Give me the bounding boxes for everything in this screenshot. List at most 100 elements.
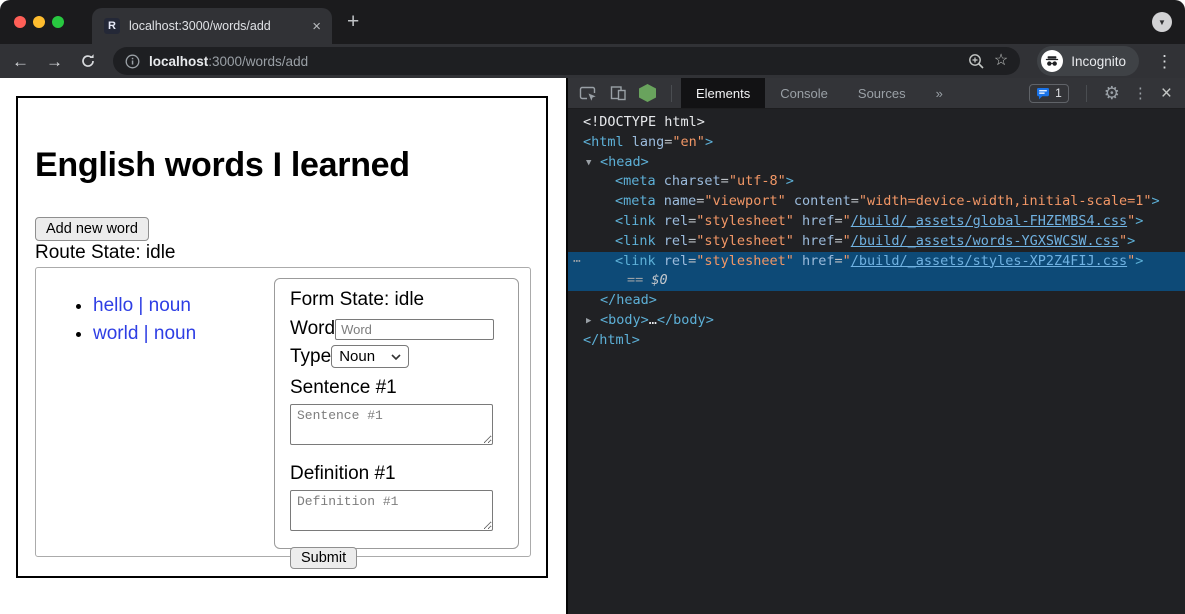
code-token-tag: >: [705, 134, 713, 150]
zoom-icon[interactable]: [968, 53, 985, 70]
settings-gear-icon[interactable]: ⚙: [1104, 84, 1120, 102]
new-tab-button[interactable]: +: [347, 10, 359, 34]
add-word-form: Form State: idle Word Type Noun Sentence…: [274, 278, 519, 549]
dom-tree-node[interactable]: ▼<head>: [568, 153, 1185, 173]
word-link[interactable]: world | noun: [93, 323, 196, 344]
dom-tree-node[interactable]: <meta name="viewport" content="width=dev…: [568, 192, 1185, 212]
tab-close-icon[interactable]: ×: [309, 18, 324, 35]
code-token-val: "width=device-width,initial-scale=1": [859, 193, 1152, 209]
dom-tree-node[interactable]: <link rel="stylesheet" href="/build/_ass…: [568, 232, 1185, 252]
code-token-attr: charset: [656, 173, 721, 189]
code-token-plain: <!DOCTYPE html>: [583, 114, 705, 130]
code-token-tag: </head>: [600, 292, 657, 308]
add-new-word-button[interactable]: Add new word: [35, 217, 149, 241]
issues-badge[interactable]: 1: [1029, 84, 1069, 103]
word-link[interactable]: hello | noun: [93, 295, 191, 316]
submit-button[interactable]: Submit: [290, 547, 357, 569]
forward-icon[interactable]: →: [46, 53, 63, 70]
code-token-attr: name: [656, 193, 697, 209]
code-token-tag: <meta: [615, 173, 656, 189]
code-token-link: /build/_assets/styles-XP2Z4FIJ.css: [851, 253, 1127, 269]
dom-tree-node[interactable]: <link rel="stylesheet" href="/build/_ass…: [568, 212, 1185, 232]
tab-search-icon[interactable]: ▼: [1152, 12, 1172, 32]
browser-menu-icon[interactable]: ⋮: [1156, 53, 1173, 70]
devtools-tabs: ElementsConsoleSources»: [681, 78, 958, 108]
definition-label: Definition #1: [290, 463, 503, 485]
code-token-eq: ==: [627, 272, 643, 288]
devtools-menu-icon[interactable]: ⋮: [1133, 86, 1148, 101]
code-token-val: ": [843, 233, 851, 249]
url-text: localhost:3000/words/add: [149, 54, 308, 69]
code-token-attr: lang: [624, 134, 665, 150]
code-token-attr: href: [794, 253, 835, 269]
code-token-tag: <link: [615, 253, 656, 269]
expand-arrow-icon[interactable]: ▼: [586, 154, 591, 174]
code-token-tag: >: [1135, 213, 1143, 229]
devtools-tab-more[interactable]: »: [921, 78, 958, 108]
bookmark-star-icon[interactable]: ☆: [994, 53, 1008, 69]
app-container: English words I learned Add new word Rou…: [16, 96, 548, 578]
definition-textarea[interactable]: [290, 490, 493, 531]
incognito-icon: [1041, 50, 1063, 72]
device-toolbar-icon[interactable]: [609, 84, 628, 102]
page-viewport: English words I learned Add new word Rou…: [0, 78, 566, 614]
devtools-tab-sources[interactable]: Sources: [843, 78, 921, 108]
word-input[interactable]: [335, 319, 494, 340]
dom-tree-node[interactable]: </head>: [568, 291, 1185, 311]
dom-tree-node[interactable]: == $0: [568, 271, 1185, 291]
browser-tab[interactable]: R localhost:3000/words/add ×: [92, 8, 332, 44]
code-token-link: /build/_assets/global-FHZEMBS4.css: [851, 213, 1127, 229]
code-token-tag: <link: [615, 213, 656, 229]
code-token-attr: href: [794, 213, 835, 229]
chevron-down-icon: [391, 354, 401, 360]
code-token-tag: >: [1127, 233, 1135, 249]
code-token-val: "stylesheet": [696, 233, 794, 249]
code-token-link: /build/_assets/words-YGXSWCSW.css: [851, 233, 1119, 249]
devtools-close-icon[interactable]: ×: [1161, 84, 1172, 103]
code-token-val: ": [843, 213, 851, 229]
devtools-tab-elements[interactable]: Elements: [681, 78, 765, 108]
address-bar[interactable]: localhost:3000/words/add ☆: [113, 47, 1020, 75]
dom-tree-node[interactable]: <!DOCTYPE html>: [568, 113, 1185, 133]
node-overflow-icon[interactable]: ⋯: [573, 252, 582, 272]
zoom-window-button[interactable]: [52, 16, 64, 28]
page-title: English words I learned: [35, 146, 410, 185]
code-token-attr: content: [786, 193, 851, 209]
issues-bubble-icon: [1036, 87, 1050, 100]
type-select[interactable]: Noun: [331, 345, 409, 368]
code-token-attr: rel: [656, 233, 689, 249]
info-icon[interactable]: [125, 54, 140, 69]
traffic-lights: [14, 16, 64, 28]
code-token-val: "stylesheet": [696, 253, 794, 269]
code-token-val: "en": [672, 134, 705, 150]
sentence-textarea[interactable]: [290, 404, 493, 445]
inspect-element-icon[interactable]: [578, 84, 598, 103]
dom-tree-node[interactable]: <html lang="en">: [568, 133, 1185, 153]
sentence-label: Sentence #1: [290, 377, 503, 399]
code-token-tag: >: [786, 173, 794, 189]
node-target-icon[interactable]: [639, 84, 656, 102]
dom-tree-node[interactable]: <meta charset="utf-8">: [568, 172, 1185, 192]
code-token-pun: =: [834, 253, 842, 269]
code-token-plain: …: [649, 312, 657, 328]
dom-tree-node[interactable]: </html>: [568, 331, 1185, 351]
dom-tree-node[interactable]: ⋯<link rel="stylesheet" href="/build/_as…: [568, 252, 1185, 272]
dom-tree-node[interactable]: ▶<body>…</body>: [568, 311, 1185, 331]
collapse-arrow-icon[interactable]: ▶: [586, 312, 591, 332]
close-window-button[interactable]: [14, 16, 26, 28]
tab-title: localhost:3000/words/add: [129, 19, 309, 33]
browser-toolbar: ← → localhost:3000/words/add ☆ Incognito…: [0, 44, 1185, 78]
code-token-dollar: $0: [643, 272, 667, 288]
url-host: localhost: [149, 54, 208, 69]
reload-icon[interactable]: [80, 53, 96, 69]
browser-window: R localhost:3000/words/add × + ▼ ← → loc…: [0, 0, 1185, 614]
minimize-window-button[interactable]: [33, 16, 45, 28]
type-select-value: Noun: [339, 348, 375, 365]
code-token-val: "utf-8": [729, 173, 786, 189]
devtools-tab-console[interactable]: Console: [765, 78, 843, 108]
devtools-toolbar: ElementsConsoleSources» 1 ⚙ ⋮ ×: [568, 78, 1185, 109]
code-token-pun: =: [851, 193, 859, 209]
back-icon[interactable]: ←: [12, 53, 29, 70]
route-state-text: Route State: idle: [35, 242, 175, 264]
code-token-val: ": [1119, 233, 1127, 249]
